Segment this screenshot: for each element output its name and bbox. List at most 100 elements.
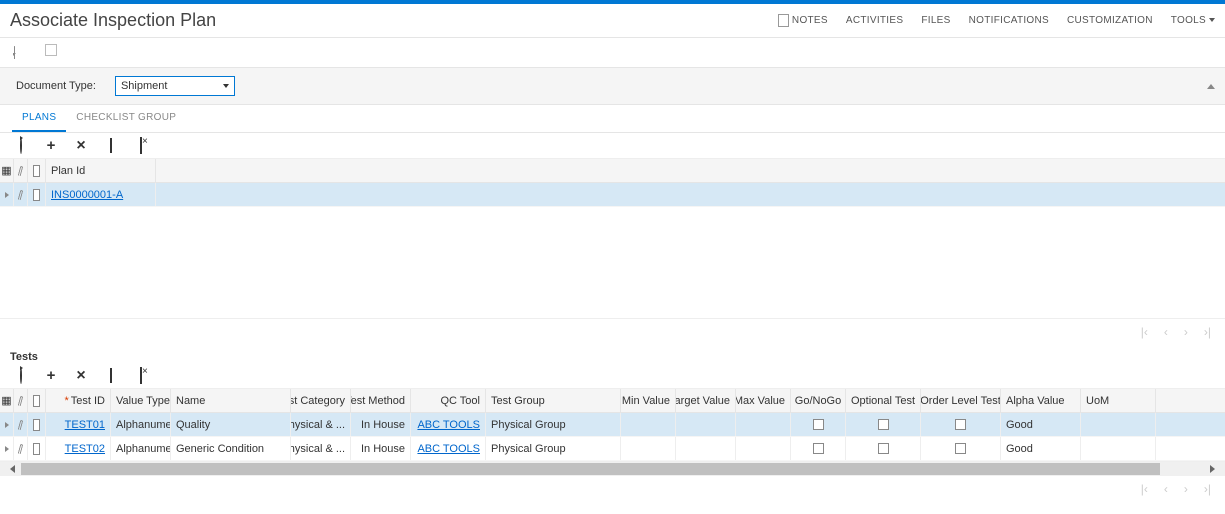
horizontal-scrollbar[interactable] xyxy=(0,462,1225,476)
cell-plan-id[interactable]: INS0000001-A xyxy=(46,183,156,206)
note-icon xyxy=(33,165,40,177)
cell-go-nogo[interactable] xyxy=(791,413,846,436)
col-test-group[interactable]: Test Group xyxy=(486,389,621,412)
page-first-button[interactable]: |‹ xyxy=(1141,325,1148,339)
col-note xyxy=(28,389,46,412)
col-test-category[interactable]: Test Category xyxy=(291,389,351,412)
page-header: Associate Inspection Plan NOTES ACTIVITI… xyxy=(0,4,1225,38)
col-plan-id[interactable]: Plan Id xyxy=(46,159,156,182)
plans-pagination: |‹ ‹ › ›| xyxy=(0,319,1225,345)
row-attach[interactable] xyxy=(14,437,28,460)
row-expand-toggle[interactable] xyxy=(0,413,14,436)
row-attach[interactable] xyxy=(14,413,28,436)
save-button[interactable] xyxy=(45,44,59,58)
col-order-level-test[interactable]: Order Level Test xyxy=(921,389,1001,412)
nav-activities[interactable]: ACTIVITIES xyxy=(846,15,903,26)
col-test-method[interactable]: Test Method xyxy=(351,389,411,412)
doc-type-select[interactable]: Shipment xyxy=(115,76,235,96)
checkbox-icon xyxy=(813,419,824,430)
page-prev-button[interactable]: ‹ xyxy=(1164,325,1168,339)
add-row-button[interactable] xyxy=(44,367,58,384)
cell-test-category: Physical & ... xyxy=(291,413,351,436)
refresh-button[interactable] xyxy=(14,138,28,153)
col-alpha-value[interactable]: Alpha Value xyxy=(1001,389,1081,412)
page-next-button[interactable]: › xyxy=(1184,482,1188,496)
page-last-button[interactable]: ›| xyxy=(1204,325,1211,339)
col-target-value[interactable]: Target Value xyxy=(676,389,736,412)
refresh-button[interactable] xyxy=(14,368,28,383)
nav-files[interactable]: FILES xyxy=(921,15,950,26)
chevron-up-icon xyxy=(1207,72,1215,89)
col-value-type[interactable]: Value Type xyxy=(111,389,171,412)
cell-optional-test[interactable] xyxy=(846,437,921,460)
cell-test-category: Physical & ... xyxy=(291,437,351,460)
col-attach xyxy=(14,389,28,412)
row-attach[interactable] xyxy=(14,183,28,206)
add-row-button[interactable] xyxy=(44,137,58,154)
collapse-filter-button[interactable] xyxy=(1207,72,1217,82)
table-row[interactable]: TEST02 Alphanumeric Generic Condition Ph… xyxy=(0,437,1225,461)
col-attach xyxy=(14,159,28,182)
export-button[interactable] xyxy=(134,368,148,383)
page-last-button[interactable]: ›| xyxy=(1204,482,1211,496)
col-min-value[interactable]: Min Value xyxy=(621,389,676,412)
plans-grid-toolbar xyxy=(0,133,1225,159)
col-qc-tool[interactable]: QC Tool xyxy=(411,389,486,412)
undo-button[interactable] xyxy=(14,47,28,61)
fit-columns-button[interactable] xyxy=(104,138,118,153)
row-note[interactable] xyxy=(28,413,46,436)
doc-type-label: Document Type: xyxy=(16,80,96,92)
cell-test-method: In House xyxy=(351,413,411,436)
checkbox-icon xyxy=(813,443,824,454)
col-max-value[interactable]: Max Value xyxy=(736,389,791,412)
delete-row-button[interactable] xyxy=(74,367,88,385)
notes-icon xyxy=(778,14,789,27)
table-row[interactable]: INS0000001-A xyxy=(0,183,1225,207)
attach-icon xyxy=(18,165,23,175)
fit-columns-button[interactable] xyxy=(104,368,118,383)
delete-row-button[interactable] xyxy=(74,137,88,155)
nav-tools[interactable]: TOOLS xyxy=(1171,15,1215,26)
cell-test-group: Physical Group xyxy=(486,437,621,460)
quick-actions-bar xyxy=(0,38,1225,67)
row-note[interactable] xyxy=(28,183,46,206)
cell-qc-tool[interactable]: ABC TOOLS xyxy=(411,413,486,436)
cell-test-group: Physical Group xyxy=(486,413,621,436)
nav-notifications[interactable]: NOTIFICATIONS xyxy=(969,15,1049,26)
cell-test-id[interactable]: TEST02 xyxy=(46,437,111,460)
tests-title: Tests xyxy=(0,345,1225,363)
table-row[interactable]: TEST01 Alphanumeric Quality Physical & .… xyxy=(0,413,1225,437)
tab-checklist-group[interactable]: CHECKLIST GROUP xyxy=(66,105,186,132)
checkbox-icon xyxy=(878,419,889,430)
cell-go-nogo[interactable] xyxy=(791,437,846,460)
scroll-thumb[interactable] xyxy=(21,463,1160,475)
nav-notes[interactable]: NOTES xyxy=(778,14,828,27)
checkbox-icon xyxy=(955,443,966,454)
chevron-right-icon xyxy=(5,446,9,452)
row-expand-toggle[interactable] xyxy=(0,437,14,460)
chevron-right-icon xyxy=(5,192,9,198)
cell-optional-test[interactable] xyxy=(846,413,921,436)
export-button[interactable] xyxy=(134,138,148,153)
col-test-id[interactable]: *Test ID xyxy=(46,389,111,412)
row-note[interactable] xyxy=(28,437,46,460)
page-next-button[interactable]: › xyxy=(1184,325,1188,339)
page-prev-button[interactable]: ‹ xyxy=(1164,482,1168,496)
note-icon xyxy=(33,395,40,407)
note-icon xyxy=(33,189,40,201)
cell-qc-tool[interactable]: ABC TOOLS xyxy=(411,437,486,460)
cell-test-method: In House xyxy=(351,437,411,460)
col-go-nogo[interactable]: Go/NoGo xyxy=(791,389,846,412)
col-uom[interactable]: UoM xyxy=(1081,389,1156,412)
col-optional-test[interactable]: Optional Test xyxy=(846,389,921,412)
tab-plans[interactable]: PLANS xyxy=(12,105,66,132)
note-icon xyxy=(33,419,40,431)
col-name[interactable]: Name xyxy=(171,389,291,412)
cell-test-id[interactable]: TEST01 xyxy=(46,413,111,436)
cell-order-level-test[interactable] xyxy=(921,413,1001,436)
nav-customization[interactable]: CUSTOMIZATION xyxy=(1067,15,1153,26)
cell-order-level-test[interactable] xyxy=(921,437,1001,460)
page-first-button[interactable]: |‹ xyxy=(1141,482,1148,496)
col-expand: ▦ xyxy=(0,159,14,182)
row-expand-toggle[interactable] xyxy=(0,183,14,206)
